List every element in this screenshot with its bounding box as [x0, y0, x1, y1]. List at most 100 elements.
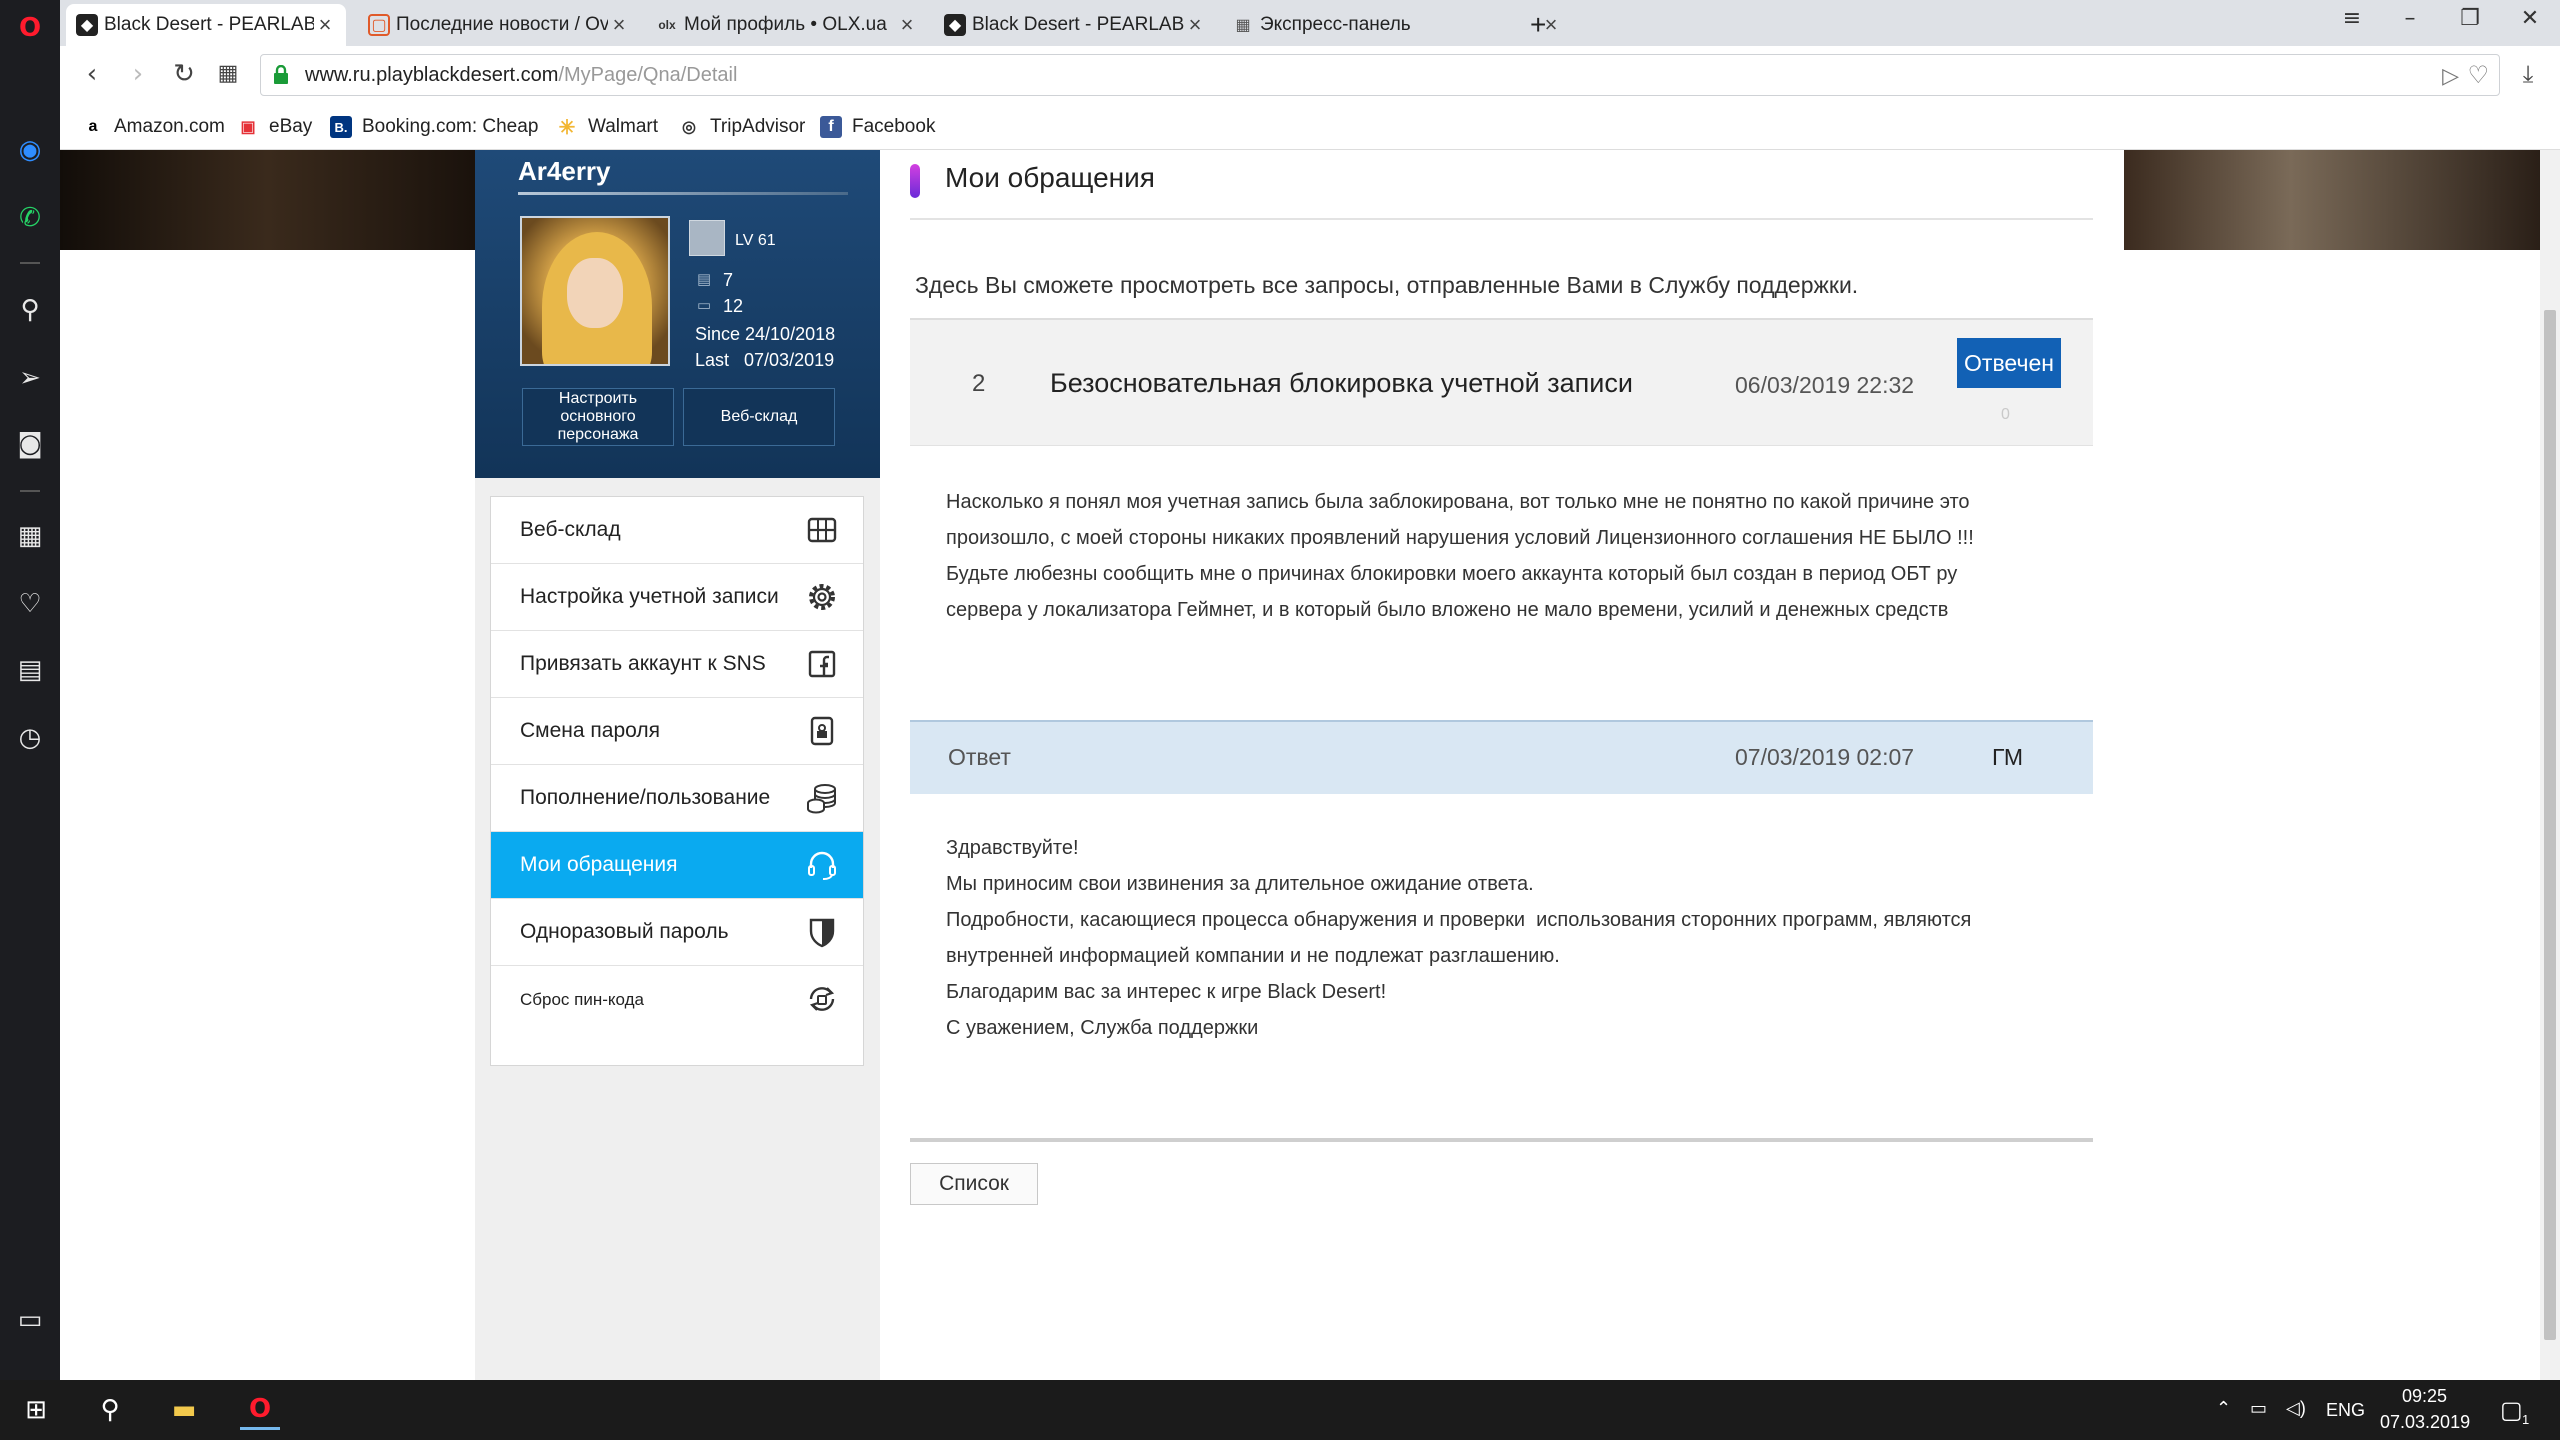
speed-dial-icon[interactable]: ▦: [12, 518, 48, 554]
close-window-icon[interactable]: ✕: [2510, 6, 2550, 40]
bookmark-ebay[interactable]: ▣ eBay: [237, 113, 312, 141]
reload-icon[interactable]: ↻: [166, 56, 202, 92]
language-indicator[interactable]: ENG: [2326, 1400, 2365, 1421]
lock-icon: [274, 65, 288, 84]
forward-icon[interactable]: ›: [120, 56, 156, 92]
bookmark-booking[interactable]: B. Booking.com: Cheap: [330, 113, 538, 141]
bookmark-tripadvisor[interactable]: ◎ TripAdvisor: [678, 113, 805, 141]
list-button[interactable]: Список: [910, 1163, 1038, 1205]
speed-dial-favicon-icon: ▦: [1235, 17, 1251, 34]
question-count: 0: [2001, 406, 2010, 423]
send-icon[interactable]: ➢: [12, 360, 48, 396]
tab-bar: ◆ Black Desert - PEARLABYSS × ▢ Последни…: [60, 0, 2560, 46]
send-page-icon[interactable]: ▷: [2442, 63, 2459, 89]
close-icon[interactable]: ×: [896, 12, 918, 38]
facebook-icon: f: [820, 116, 842, 138]
tab-black-desert-2[interactable]: ◆ Black Desert - PEARLABYSS ×: [934, 4, 1216, 46]
bookmark-facebook[interactable]: f Facebook: [820, 113, 935, 141]
camera-icon[interactable]: ◙: [12, 426, 48, 462]
bookmarks-bar: a Amazon.com ▣ eBay B. Booking.com: Chea…: [60, 104, 2560, 150]
menu-item-change-password[interactable]: Смена пароля: [491, 698, 863, 765]
opera-taskbar-icon[interactable]: O: [240, 1390, 280, 1430]
hero-banner-right: [2124, 150, 2540, 250]
sidebar-separator: [20, 262, 40, 264]
bookmark-amazon[interactable]: a Amazon.com: [82, 113, 225, 141]
main-character-button[interactable]: Настроить основного персонажа: [522, 388, 674, 446]
heart-icon[interactable]: ♡: [12, 586, 48, 622]
search-icon[interactable]: ⚲: [12, 292, 48, 328]
answer-header: Ответ 07/03/2019 02:07 ГМ: [910, 720, 2093, 794]
profile-last: Last 07/03/2019: [695, 350, 835, 370]
download-icon[interactable]: ⤓: [2510, 56, 2546, 92]
hero-banner-left: [60, 150, 475, 250]
account-menu: Веб-склад Настройка учетной записи Привя…: [490, 496, 864, 1066]
clock-time[interactable]: 09:25: [2402, 1386, 2447, 1407]
file-explorer-icon[interactable]: ▬: [164, 1390, 204, 1430]
bookmark-walmart[interactable]: ✳ Walmart: [556, 113, 658, 141]
page-scrollbar[interactable]: [2540, 150, 2560, 1380]
menu-item-link-sns[interactable]: Привязать аккаунт к SNS: [491, 631, 863, 698]
history-icon[interactable]: ◷: [12, 720, 48, 756]
storage-icon: [807, 517, 837, 543]
tab-olx[interactable]: olx Мой профиль • OLX.ua ×: [646, 4, 928, 46]
network-icon[interactable]: ▭: [2250, 1398, 2267, 1419]
opera-logo-icon[interactable]: O: [12, 10, 48, 46]
menu-item-top-up[interactable]: Пополнение/пользование: [491, 765, 863, 832]
whatsapp-icon[interactable]: ✆: [12, 200, 48, 236]
tab-black-desert[interactable]: ◆ Black Desert - PEARLABYSS ×: [66, 4, 346, 46]
back-icon[interactable]: ‹: [74, 56, 110, 92]
sidebar-separator: [20, 490, 40, 492]
close-icon[interactable]: ×: [1184, 12, 1206, 38]
tripadvisor-icon: ◎: [682, 119, 696, 136]
comments-icon: ▭: [697, 297, 712, 314]
booking-icon: B.: [330, 116, 352, 138]
question-line: Будьте любезны сообщить мне о причинах б…: [946, 563, 1958, 585]
new-tab-button[interactable]: +: [1520, 4, 1564, 46]
shield-icon: [809, 918, 835, 948]
menu-item-web-storage[interactable]: Веб-склад: [491, 497, 863, 564]
menu-item-otp[interactable]: Одноразовый пароль: [491, 899, 863, 966]
clock-date[interactable]: 07.03.2019: [2380, 1412, 2470, 1433]
notifications-icon[interactable]: ▢: [2500, 1396, 2523, 1425]
bookmark-heart-icon[interactable]: ♡: [2467, 61, 2489, 90]
news-icon[interactable]: ▤: [12, 652, 48, 688]
menu-item-reset-pin[interactable]: Сброс пин-кода: [491, 966, 863, 1033]
olx-favicon-icon: olx: [658, 18, 676, 32]
menu-item-my-requests[interactable]: Мои обращения: [491, 832, 863, 899]
restore-icon[interactable]: ❐: [2450, 6, 2490, 40]
close-icon[interactable]: ×: [314, 12, 336, 38]
question-date: 06/03/2019 22:32: [1735, 372, 1915, 398]
volume-icon[interactable]: ◁): [2286, 1398, 2306, 1419]
question-body: Насколько я понял моя учетная запись был…: [946, 484, 2096, 628]
notifications-count: 1: [2522, 1412, 2530, 1427]
tabs-grid-icon[interactable]: ▦: [210, 56, 246, 92]
scrollbar-thumb[interactable]: [2544, 310, 2556, 1340]
question-title: Безосновательная блокировка учетной запи…: [1050, 368, 1633, 398]
tab-overclockers[interactable]: ▢ Последние новости / Overclockers ×: [358, 4, 640, 46]
tab-menu-icon[interactable]: ≡: [2332, 6, 2372, 40]
sidebar-toggle-icon[interactable]: ▭: [12, 1302, 48, 1338]
address-row: ‹ › ↻ ▦ www.ru.playblackdesert.com/MyPag…: [60, 46, 2560, 104]
amazon-icon: a: [88, 118, 98, 135]
profile-name: Ar4erry: [518, 156, 611, 186]
ebay-icon: ▣: [240, 119, 256, 136]
windows-start-icon[interactable]: ⊞: [16, 1390, 56, 1430]
search-icon[interactable]: ⚲: [90, 1390, 130, 1430]
answer-line: Здравствуйте!: [946, 837, 1079, 859]
close-icon[interactable]: ×: [608, 12, 630, 38]
opera-sidebar: O ◉ ✆ ⚲ ➢ ◙ ▦ ♡ ▤ ◷ ▭: [0, 0, 60, 1380]
answer-body: Здравствуйте! Мы приносим свои извинения…: [946, 830, 2096, 1046]
menu-item-account-settings[interactable]: Настройка учетной записи: [491, 564, 863, 631]
tray-chevron-icon[interactable]: ⌃: [2216, 1398, 2231, 1419]
web-storage-button[interactable]: Веб-склад: [683, 388, 835, 446]
url-path: /MyPage/Qna/Detail: [558, 63, 738, 86]
address-bar[interactable]: www.ru.playblackdesert.com/MyPage/Qna/De…: [260, 54, 2500, 96]
messenger-icon[interactable]: ◉: [12, 132, 48, 168]
question-number: 2: [972, 370, 986, 397]
coins-icon: [807, 784, 836, 814]
gear-icon: [809, 584, 835, 610]
answer-line: Благодарим вас за интерес к игре Black D…: [946, 981, 1387, 1003]
minimize-icon[interactable]: –: [2390, 6, 2430, 40]
headset-icon: [808, 851, 836, 881]
question-line: сервера у локализатора Геймнет, и в кото…: [946, 599, 1949, 621]
